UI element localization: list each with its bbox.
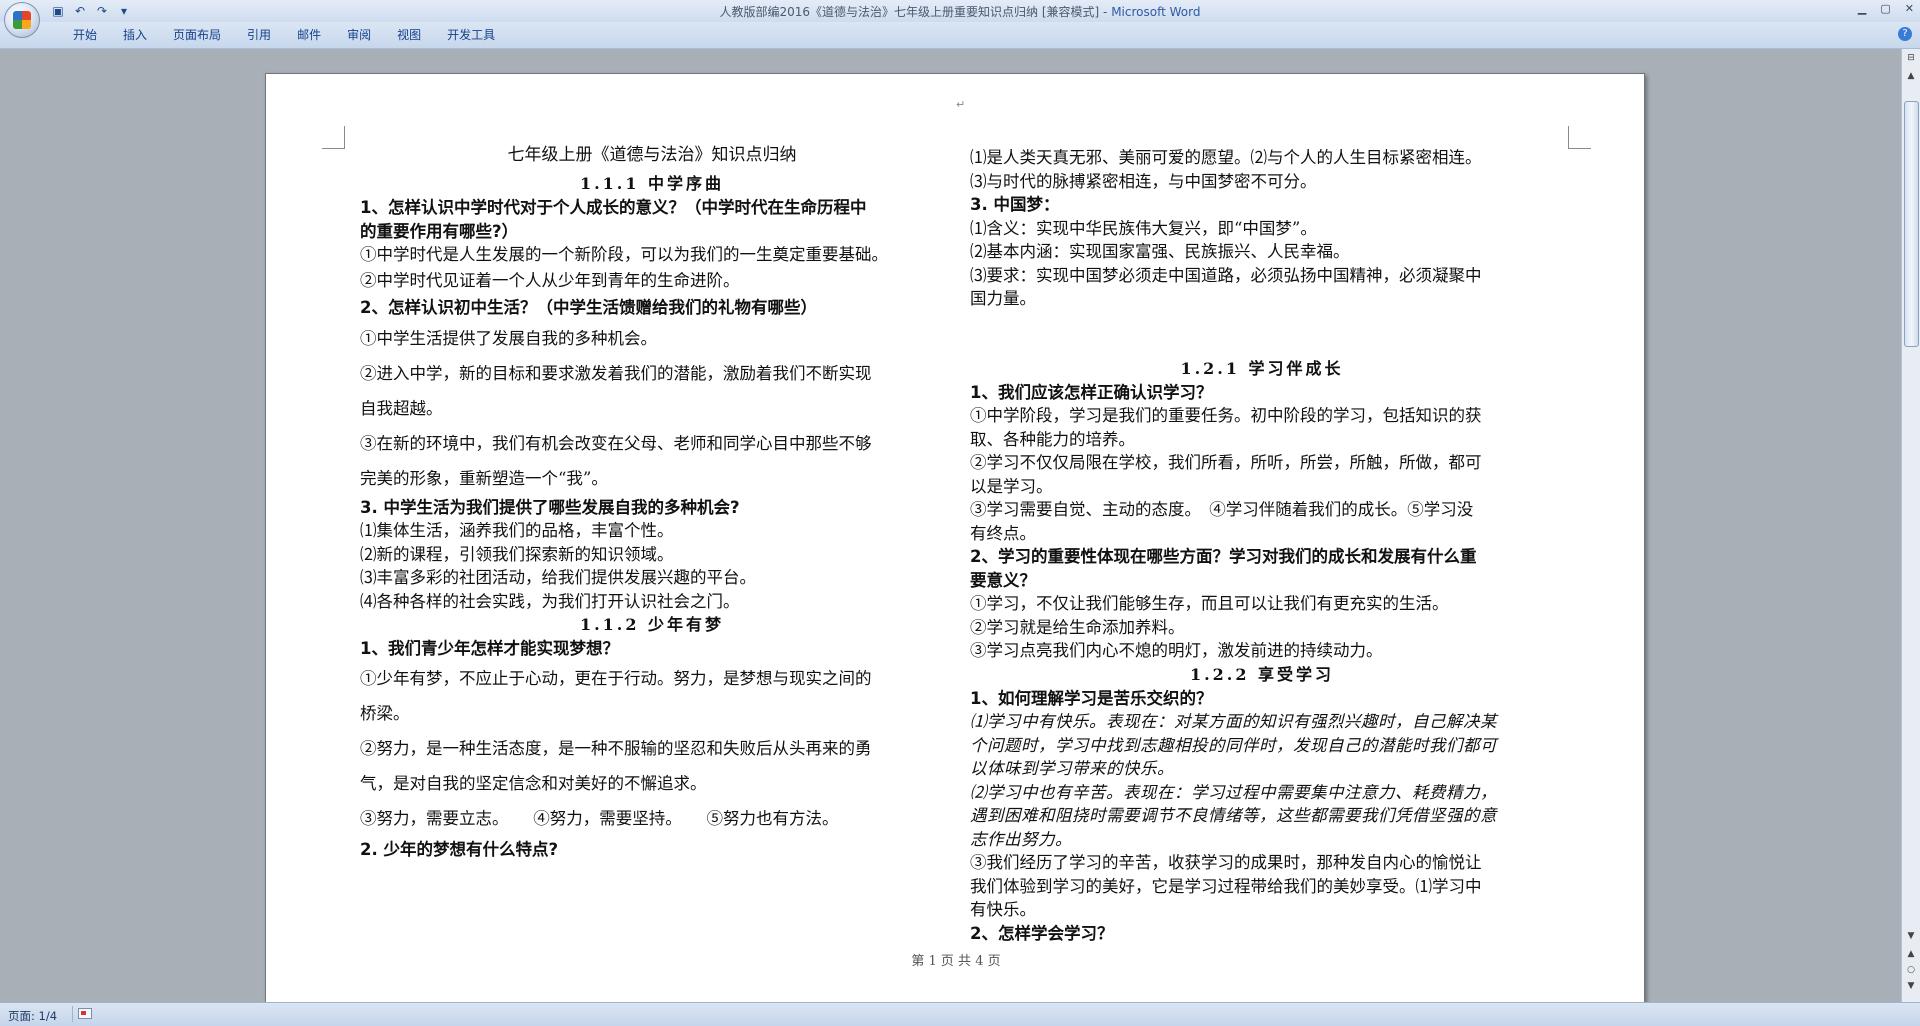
document-line: 有终点。 bbox=[970, 523, 1036, 543]
tab-review[interactable]: 审阅 bbox=[334, 27, 384, 43]
document-heading: 七年级上册《道德与法治》知识点归纳 bbox=[507, 145, 797, 165]
tab-view[interactable]: 视图 bbox=[384, 27, 434, 43]
document-line: 2、怎样认识初中生活？（中学生活馈赠给我们的礼物有哪些） bbox=[360, 297, 817, 317]
ribbon-tabs: 开始 插入 页面布局 引用 邮件 审阅 视图 开发工具 bbox=[60, 27, 508, 43]
document-line: ⑷各种各样的社会实践，为我们打开认识社会之门。 bbox=[360, 591, 740, 611]
proofing-status-icon[interactable] bbox=[78, 1008, 92, 1019]
window-title: 人教版部编2016《道德与法治》七年级上册重要知识点归纳 [兼容模式] - Mi… bbox=[0, 3, 1920, 20]
scroll-up-icon[interactable]: ▲ bbox=[1904, 69, 1918, 83]
document-line: ③努力，需要立志。 ④努力，需要坚持。 ⑤努力也有方法。 bbox=[360, 808, 839, 828]
tab-developer[interactable]: 开发工具 bbox=[434, 27, 508, 43]
office-logo-icon bbox=[13, 11, 31, 29]
document-title: 人教版部编2016《道德与法治》七年级上册重要知识点归纳 [兼容模式] - bbox=[719, 5, 1112, 19]
document-line: 国力量。 bbox=[970, 289, 1036, 308]
document-line: 取、各种能力的培养。 bbox=[970, 429, 1135, 449]
document-line: ②学习就是给生命添加养料。 bbox=[970, 617, 1185, 637]
document-line: ③在新的环境中，我们有机会改变在父母、老师和同学心目中那些不够 bbox=[360, 433, 872, 453]
scroll-down-icon[interactable]: ▼ bbox=[1904, 929, 1918, 943]
tab-page-layout[interactable]: 页面布局 bbox=[160, 27, 234, 43]
document-line: 自我超越。 bbox=[360, 398, 443, 418]
maximize-icon[interactable]: ▢ bbox=[1880, 2, 1890, 15]
document-line: ⑵基本内涵：实现国家富强、民族振兴、人民幸福。 bbox=[970, 242, 1350, 261]
document-workspace[interactable]: ↵ 七年级上册《道德与法治》知识点归纳 1.1.1 中学序曲 1、怎样认识中学时代对… bbox=[0, 49, 1902, 1002]
document-line: ⑴含义：实现中华民族伟大复兴，即“中国梦”。 bbox=[970, 218, 1317, 238]
previous-page-icon[interactable]: ▲ bbox=[1904, 947, 1918, 961]
document-line: 1、我们应该怎样正确认识学习？ bbox=[970, 382, 1213, 402]
document-line: ⑵学习中也有辛苦。表现在：学习过程中需要集中注意力、耗费精力， bbox=[970, 782, 1497, 802]
document-line: 要意义？ bbox=[970, 570, 1036, 590]
crop-mark-top-left bbox=[322, 126, 345, 149]
document-line: 完美的形象，重新塑造一个“我”。 bbox=[360, 468, 608, 488]
document-line: ⑶要求：实现中国梦必须走中国道路，必须弘扬中国精神，必须凝聚中 bbox=[970, 265, 1482, 285]
document-line: ⑴是人类天真无邪、美丽可爱的愿望。⑵与个人的人生目标紧密相连。 bbox=[970, 148, 1482, 167]
ribbon-tab-bar: 开始 插入 页面布局 引用 邮件 审阅 视图 开发工具 ? bbox=[0, 22, 1920, 49]
document-line: ⑴集体生活，涵养我们的品格，丰富个性。 bbox=[360, 521, 674, 540]
page-indicator[interactable]: 页面: 1/4 bbox=[8, 1008, 57, 1024]
document-line: ③学习需要自觉、主动的态度。 ④学习伴随着我们的成长。⑤学习没 bbox=[970, 500, 1474, 519]
document-page[interactable]: ↵ 七年级上册《道德与法治》知识点归纳 1.1.1 中学序曲 1、怎样认识中学时代对… bbox=[265, 73, 1645, 1002]
document-line: ③学习点亮我们内心不熄的明灯，激发前进的持续动力。 bbox=[970, 641, 1383, 660]
tab-home[interactable]: 开始 bbox=[60, 27, 110, 43]
window-controls: ▁ ▢ ✕ bbox=[1858, 2, 1914, 15]
title-bar: ▣ ↶ ↷ ▾ 人教版部编2016《道德与法治》七年级上册重要知识点归纳 [兼容… bbox=[0, 0, 1920, 38]
document-line: ⑶丰富多彩的社团活动，给我们提供发展兴趣的平台。 bbox=[360, 568, 756, 587]
status-bar: 页面: 1/4 bbox=[0, 1002, 1920, 1026]
next-page-icon[interactable]: ▼ bbox=[1904, 979, 1918, 993]
office-button[interactable] bbox=[4, 2, 40, 38]
status-separator bbox=[72, 1006, 73, 1022]
ruler-toggle-icon[interactable]: ⊟ bbox=[1904, 51, 1918, 65]
document-line: 1、如何理解学习是苦乐交织的？ bbox=[970, 688, 1213, 708]
document-line: 以体味到学习带来的快乐。 bbox=[970, 759, 1174, 778]
document-line: 2. 少年的梦想有什么特点? bbox=[360, 839, 559, 859]
document-line: 个问题时，学习中找到志趣相投的同伴时，发现自己的潜能时我们都可 bbox=[970, 735, 1497, 755]
document-line: 3. 中学生活为我们提供了哪些发展自我的多种机会? bbox=[360, 497, 740, 517]
document-line: 的重要作用有哪些?） bbox=[360, 221, 519, 241]
document-line: 我们体验到学习的美好，它是学习过程带给我们的美妙享受。⑴学习中 bbox=[970, 876, 1482, 896]
document-line: ②学习不仅仅局限在学校，我们所看，所听，所尝，所触，所做，都可 bbox=[970, 453, 1482, 472]
document-line: ①中学时代是人生发展的一个新阶段，可以为我们的一生奠定重要基础。 bbox=[360, 245, 888, 264]
document-line: 3. 中国梦： bbox=[970, 195, 1060, 214]
section-heading: 1.1.2 少年有梦 bbox=[579, 615, 725, 634]
document-line: 2、怎样学会学习？ bbox=[970, 923, 1114, 943]
section-heading: 1.2.1 学习伴成长 bbox=[1180, 358, 1344, 378]
app-name: Microsoft Word bbox=[1111, 5, 1201, 19]
document-line: 遇到困难和阻挠时需要调节不良情绪等，这些都需要我们凭借坚强的意 bbox=[970, 806, 1497, 825]
tab-mailings[interactable]: 邮件 bbox=[284, 27, 334, 43]
crop-mark-top-right bbox=[1568, 126, 1591, 149]
document-line: 桥梁。 bbox=[360, 703, 410, 723]
right-column[interactable]: ⑴是人类天真无邪、美丽可爱的愿望。⑵与个人的人生目标紧密相连。 ⑶与时代的脉搏紧密… bbox=[970, 146, 1554, 945]
scrollbar-thumb[interactable] bbox=[1904, 101, 1919, 347]
document-line: ①中学生活提供了发展自我的多种机会。 bbox=[360, 328, 657, 348]
document-line: ②中学时代见证着一个人从少年到青年的生命进阶。 bbox=[360, 270, 740, 290]
document-line: 有快乐。 bbox=[970, 900, 1036, 919]
section-heading: 1.1.1 中学序曲 bbox=[579, 174, 725, 193]
document-line: ①少年有梦，不应止于心动，更在于行动。努力，是梦想与现实之间的 bbox=[360, 668, 872, 688]
document-line: ⑴学习中有快乐。表现在：对某方面的知识有强烈兴趣时，自己解决某 bbox=[970, 712, 1497, 731]
document-line: ②努力，是一种生活态度，是一种不服输的坚忍和失败后从头再来的勇 bbox=[360, 738, 872, 758]
document-line: 志作出努力。 bbox=[970, 829, 1072, 849]
tab-insert[interactable]: 插入 bbox=[110, 27, 160, 43]
select-browse-object-icon[interactable]: ○ bbox=[1904, 963, 1918, 977]
document-line: ⑵新的课程，引领我们探索新的知识领域。 bbox=[360, 544, 674, 564]
tab-references[interactable]: 引用 bbox=[234, 27, 284, 43]
page-footer: 第 1 页 共 4 页 bbox=[911, 954, 1001, 969]
document-line: 气，是对自我的坚定信念和对美好的不懈追求。 bbox=[360, 773, 707, 793]
document-line: ⑶与时代的脉搏紧密相连，与中国梦密不可分。 bbox=[970, 171, 1317, 191]
document-line: ①学习，不仅让我们能够生存，而且可以让我们有更充实的生活。 bbox=[970, 594, 1449, 613]
paragraph-mark-icon: ↵ bbox=[956, 98, 966, 111]
document-line: 以是学习。 bbox=[970, 476, 1053, 496]
document-line: 2、学习的重要性体现在哪些方面？学习对我们的成长和发展有什么重 bbox=[970, 547, 1477, 566]
minimize-icon[interactable]: ▁ bbox=[1858, 2, 1866, 15]
document-line: ②进入中学，新的目标和要求激发着我们的潜能，激励着我们不断实现 bbox=[360, 363, 872, 383]
vertical-scrollbar[interactable]: ⊟ ▲ ▼ ▲ ○ ▼ bbox=[1901, 49, 1920, 1002]
document-line: ③我们经历了学习的辛苦，收获学习的成果时，那种发自内心的愉悦让 bbox=[970, 853, 1482, 872]
document-line: 1、怎样认识中学时代对于个人成长的意义？（中学时代在生命历程中 bbox=[360, 198, 867, 217]
help-icon[interactable]: ? bbox=[1898, 27, 1912, 41]
left-column[interactable]: 七年级上册《道德与法治》知识点归纳 1.1.1 中学序曲 1、怎样认识中学时代对于个… bbox=[360, 143, 944, 863]
close-icon[interactable]: ✕ bbox=[1905, 2, 1914, 15]
document-line: 1、我们青少年怎样才能实现梦想？ bbox=[360, 639, 619, 658]
section-heading: 1.2.2 享受学习 bbox=[1189, 664, 1335, 684]
document-line: ①中学阶段，学习是我们的重要任务。初中阶段的学习，包括知识的获 bbox=[970, 406, 1482, 425]
